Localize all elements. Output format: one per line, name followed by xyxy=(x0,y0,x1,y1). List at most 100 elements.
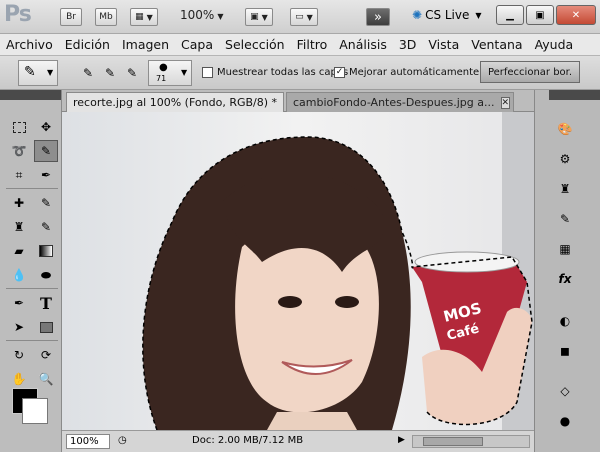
menu-edicion[interactable]: Edición xyxy=(59,37,116,52)
menu-3d[interactable]: 3D xyxy=(393,37,423,52)
minimize-button[interactable]: ▁ xyxy=(496,5,524,25)
status-zoom-field[interactable]: 100% xyxy=(66,434,110,449)
menu-ventana[interactable]: Ventana xyxy=(465,37,528,52)
close-icon[interactable]: ✕ xyxy=(500,96,511,109)
brush-size-picker[interactable]: ● 71 ▼ xyxy=(148,60,192,86)
move-tool[interactable]: ✥ xyxy=(34,116,58,138)
history-brush-tool[interactable]: ✎ xyxy=(34,216,58,238)
new-selection-button[interactable]: ✎ xyxy=(76,62,100,84)
close-icon[interactable]: ✕ xyxy=(283,97,284,109)
tools-panel-header[interactable] xyxy=(0,90,61,100)
blur-tool[interactable]: 💧 xyxy=(7,264,31,286)
clone-source-panel-button[interactable]: ♜ xyxy=(553,178,577,200)
menu-seleccion[interactable]: Selección xyxy=(219,37,291,52)
brush-presets-panel-button[interactable]: ✎ xyxy=(553,208,577,230)
menu-ayuda[interactable]: Ayuda xyxy=(529,37,580,52)
panels-dock-header[interactable] xyxy=(549,90,600,100)
masks-panel-button[interactable]: ◐ xyxy=(553,310,577,332)
color-panel-button[interactable]: 🎨 xyxy=(553,118,577,140)
shape-tool[interactable] xyxy=(34,316,58,338)
document-canvas[interactable]: MOS Café xyxy=(62,112,534,430)
window-controls: ▁ ▣ ✕ xyxy=(496,5,596,25)
brush-add-icon: ✎ xyxy=(104,66,116,80)
pen-icon: ✒ xyxy=(13,296,25,310)
type-tool[interactable]: T xyxy=(34,292,58,314)
channels-panel-button[interactable]: ◼ xyxy=(553,340,577,362)
marquee-tool[interactable] xyxy=(7,116,31,138)
path-selection-tool[interactable]: ➤ xyxy=(7,316,31,338)
hand-icon: ✋ xyxy=(11,372,27,386)
panels-dock: 🎨 ⚙ ♜ ✎ ▦ fx ◐ ◼ ◇ ● xyxy=(534,90,600,452)
menu-filtro[interactable]: Filtro xyxy=(291,37,334,52)
horizontal-scrollbar[interactable] xyxy=(412,435,530,448)
zoom-level-select[interactable]: 100% ▼ xyxy=(180,8,223,22)
crop-tool[interactable]: ⌗ xyxy=(7,164,31,186)
extensions-button[interactable]: » xyxy=(366,8,390,26)
menu-archivo[interactable]: Archivo xyxy=(0,37,59,52)
refine-edge-button[interactable]: Perfeccionar bor. xyxy=(480,61,580,83)
view-extras-button[interactable]: ▦ ▼ xyxy=(130,8,158,26)
adjustments-panel-button[interactable]: ⚙ xyxy=(553,148,577,170)
dodge-tool[interactable]: ⬬ xyxy=(34,264,58,286)
swatches-panel-button[interactable]: ▦ xyxy=(553,238,577,260)
pen-tool[interactable]: ✒ xyxy=(7,292,31,314)
tab-recorte[interactable]: recorte.jpg al 100% (Fondo, RGB/8) * ✕ xyxy=(66,92,284,112)
menu-imagen[interactable]: Imagen xyxy=(116,37,175,52)
eyedropper-tool[interactable]: ✒ xyxy=(34,164,58,186)
eraser-tool[interactable]: ▰ xyxy=(7,240,31,262)
arrow-icon: ➤ xyxy=(13,320,25,334)
menu-vista[interactable]: Vista xyxy=(422,37,465,52)
bridge-button[interactable]: Br xyxy=(60,8,82,26)
clone-stamp-tool[interactable]: ♜ xyxy=(7,216,31,238)
hand-tool[interactable]: ✋ xyxy=(7,368,31,390)
palette-icon: 🎨 xyxy=(557,122,573,136)
divider xyxy=(6,340,58,341)
3d-orbit-tool[interactable]: ⟳ xyxy=(34,344,58,366)
menu-capa[interactable]: Capa xyxy=(175,37,219,52)
lasso-tool[interactable]: ➰ xyxy=(7,140,31,162)
status-menu-arrow-icon[interactable]: ▶ xyxy=(398,435,405,445)
layers-panel-button[interactable]: ◇ xyxy=(553,380,577,402)
zoom-tool[interactable]: 🔍 xyxy=(34,368,58,390)
styles-panel-button[interactable]: fx xyxy=(553,268,577,290)
sliders-icon: ⚙ xyxy=(559,152,571,166)
square-icon: ◼ xyxy=(560,344,570,358)
subtract-from-selection-button[interactable]: ✎ xyxy=(120,62,144,84)
brush-subtract-icon: ✎ xyxy=(126,66,138,80)
cs-live-icon: ✺ xyxy=(412,8,423,22)
scroll-thumb[interactable] xyxy=(423,437,483,446)
brush-icon: ✎ xyxy=(559,212,571,226)
quick-selection-tool[interactable]: ✎ xyxy=(34,140,58,162)
tab-cambio-fondo[interactable]: cambioFondo-Antes-Despues.jpg a... ✕ xyxy=(286,92,514,112)
chevron-down-icon: ▼ xyxy=(261,12,268,22)
auto-enhance-checkbox[interactable]: ✓ Mejorar automáticamente xyxy=(334,67,479,78)
sample-all-layers-checkbox[interactable]: Muestrear todas las capas xyxy=(202,67,348,78)
screen-mode-icon: ▭ xyxy=(295,12,304,22)
neck-shape xyxy=(267,412,357,430)
gradient-icon xyxy=(39,245,53,257)
stamp-icon: ♜ xyxy=(13,220,25,234)
arrange-documents-button[interactable]: ▣ ▼ xyxy=(245,8,273,26)
add-to-selection-button[interactable]: ✎ xyxy=(98,62,122,84)
screen-mode-button[interactable]: ▭ ▼ xyxy=(290,8,318,26)
checkbox-checked[interactable]: ✓ xyxy=(334,67,345,78)
healing-brush-tool[interactable]: ✚ xyxy=(7,192,31,214)
3d-rotate-tool[interactable]: ↻ xyxy=(7,344,31,366)
status-bar: 100% ◷ Doc: 2.00 MB/7.12 MB ▶ xyxy=(62,430,534,452)
mini-bridge-button[interactable]: Mb xyxy=(95,8,117,26)
close-button[interactable]: ✕ xyxy=(556,5,596,25)
maximize-button[interactable]: ▣ xyxy=(526,5,554,25)
tool-preset-picker[interactable]: ✎ ▼ xyxy=(18,60,58,86)
lasso-icon: ➰ xyxy=(11,144,27,158)
gradient-tool[interactable] xyxy=(34,240,58,262)
checkbox-unchecked[interactable] xyxy=(202,67,213,78)
divider xyxy=(6,288,58,289)
menu-analisis[interactable]: Análisis xyxy=(333,37,393,52)
status-info-icon[interactable]: ◷ xyxy=(118,435,127,446)
3d-panel-button[interactable]: ● xyxy=(553,410,577,432)
background-color-swatch[interactable] xyxy=(22,398,48,424)
double-chevron-icon: » xyxy=(374,9,382,25)
cs-live-menu[interactable]: ✺ CS Live ▼ xyxy=(412,8,482,22)
circle-icon: ◐ xyxy=(559,314,571,328)
brush-tool[interactable]: ✎ xyxy=(34,192,58,214)
